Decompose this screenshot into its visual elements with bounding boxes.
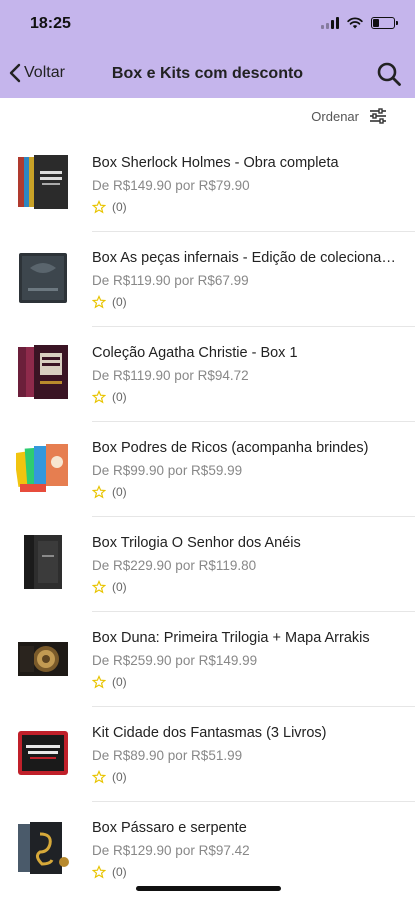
- product-rating: (0): [92, 770, 127, 784]
- book-box-dark-icon: [16, 153, 70, 211]
- product-title: Coleção Agatha Christie - Box 1: [92, 345, 298, 361]
- rating-count: (0): [112, 390, 127, 404]
- product-rating: (0): [92, 200, 127, 214]
- list-item[interactable]: Kit Cidade dos Fantasmas (3 Livros) De R…: [18, 707, 415, 802]
- rating-count: (0): [112, 770, 127, 784]
- list-item[interactable]: Box Pássaro e serpente De R$129.90 por R…: [18, 802, 415, 897]
- page-title: Box e Kits com desconto: [111, 65, 304, 82]
- list-item[interactable]: Box Sherlock Holmes - Obra completa De R…: [18, 137, 415, 232]
- list-item[interactable]: Box Duna: Primeira Trilogia + Mapa Arrak…: [18, 612, 415, 707]
- list-item[interactable]: Coleção Agatha Christie - Box 1 De R$119…: [18, 327, 415, 422]
- search-button[interactable]: [375, 60, 403, 88]
- product-rating: (0): [92, 295, 127, 309]
- star-icon: [92, 580, 106, 594]
- book-box-black-tall-icon: [16, 533, 70, 591]
- product-rating: (0): [92, 865, 127, 879]
- star-icon: [92, 675, 106, 689]
- product-title: Box Pássaro e serpente: [92, 820, 247, 836]
- star-icon: [92, 865, 106, 879]
- book-set-colorful-icon: [13, 438, 70, 496]
- book-box-gold-serpent-icon: [16, 818, 70, 876]
- star-icon: [92, 390, 106, 404]
- product-price: De R$99.90 por R$59.99: [92, 463, 243, 478]
- status-time: 18:25: [30, 15, 71, 32]
- product-title: Box Trilogia O Senhor dos Anéis: [92, 535, 301, 551]
- rating-count: (0): [112, 675, 127, 689]
- status-icons: [321, 17, 398, 29]
- navigation-bar: Voltar Box e Kits com desconto: [0, 52, 415, 96]
- star-icon: [92, 770, 106, 784]
- product-rating: (0): [92, 580, 127, 594]
- product-rating: (0): [92, 485, 127, 499]
- product-list: Box Sherlock Holmes - Obra completa De R…: [0, 137, 415, 897]
- sort-label: Ordenar: [311, 108, 359, 124]
- list-item[interactable]: Box As peças infernais - Edição de colec…: [19, 232, 415, 327]
- list-item[interactable]: Box Podres de Ricos (acompanha brindes) …: [13, 422, 415, 517]
- battery-icon: [371, 17, 398, 29]
- battery-level: [373, 19, 379, 27]
- status-bar: 18:25: [0, 0, 415, 48]
- product-rating: (0): [92, 675, 127, 689]
- product-price: De R$119.90 por R$67.99: [92, 273, 249, 288]
- product-title: Box Podres de Ricos (acompanha brindes): [92, 440, 369, 456]
- list-item[interactable]: Box Trilogia O Senhor dos Anéis De R$229…: [24, 517, 415, 612]
- product-price: De R$149.90 por R$79.90: [92, 178, 250, 193]
- product-price: De R$119.90 por R$94.72: [92, 368, 249, 383]
- product-price: De R$129.90 por R$97.42: [92, 843, 250, 858]
- product-title: Box Duna: Primeira Trilogia + Mapa Arrak…: [92, 630, 370, 646]
- cellular-signal-icon: [321, 17, 339, 29]
- sort-button[interactable]: Ordenar: [311, 108, 387, 124]
- home-indicator: [136, 886, 281, 891]
- product-price: De R$229.90 por R$119.80: [92, 558, 257, 573]
- rating-count: (0): [112, 295, 127, 309]
- filter-sliders-icon: [370, 108, 386, 124]
- book-box-gold-icon: [16, 628, 70, 686]
- star-icon: [92, 295, 106, 309]
- rating-count: (0): [112, 865, 127, 879]
- rating-count: (0): [112, 485, 127, 499]
- product-title: Box Sherlock Holmes - Obra completa: [92, 155, 339, 171]
- product-rating: (0): [92, 390, 127, 404]
- book-kit-red-icon: [16, 723, 70, 781]
- product-price: De R$259.90 por R$149.99: [92, 653, 258, 668]
- product-title: Box As peças infernais - Edição de colec…: [92, 250, 398, 266]
- wifi-icon: [347, 17, 363, 29]
- star-icon: [92, 200, 106, 214]
- book-box-black-icon: [16, 248, 70, 306]
- star-icon: [92, 485, 106, 499]
- rating-count: (0): [112, 200, 127, 214]
- product-title: Kit Cidade dos Fantasmas (3 Livros): [92, 725, 327, 741]
- product-price: De R$89.90 por R$51.99: [92, 748, 243, 763]
- book-box-red-icon: [16, 343, 70, 401]
- app-header: 18:25 Voltar Box e Kits com desconto: [0, 0, 415, 98]
- search-icon: [377, 62, 401, 86]
- rating-count: (0): [112, 580, 127, 594]
